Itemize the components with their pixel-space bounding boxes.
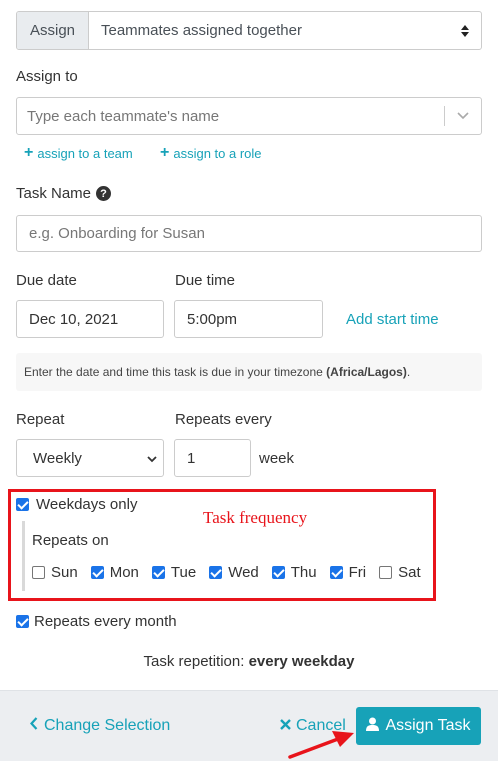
weekdays-only-checkbox[interactable] <box>16 498 29 511</box>
timezone-note-text: Enter the date and time this task is due… <box>24 365 323 379</box>
chevron-left-icon <box>30 717 38 735</box>
help-icon[interactable]: ? <box>96 186 112 201</box>
user-icon <box>366 717 380 736</box>
change-selection-label: Change Selection <box>44 717 171 734</box>
timezone-note: Enter the date and time this task is due… <box>16 353 482 391</box>
repeats-on-days: Sun Mon Tue Wed Thu Fri Sat <box>32 564 434 581</box>
repeat-label: Repeat <box>16 411 65 428</box>
day-thu[interactable]: Thu <box>271 564 317 581</box>
task-repetition-prefix: Task repetition: <box>143 653 245 670</box>
repeat-value: Weekly <box>33 449 82 467</box>
day-mon-checkbox[interactable] <box>90 566 104 579</box>
repeats-every-value: 1 <box>187 449 196 467</box>
due-date-value: Dec 10, 2021 <box>29 310 119 328</box>
task-name-placeholder: e.g. Onboarding for Susan <box>29 225 205 242</box>
repeats-every-label: Repeats every <box>175 411 272 428</box>
repeats-on-group-rule <box>22 521 25 591</box>
weekdays-only-label: Weekdays only <box>36 496 138 513</box>
change-selection-link[interactable]: Change Selection <box>30 717 170 735</box>
timezone-name: (Africa/Lagos) <box>326 365 407 379</box>
day-fri-label: Fri <box>348 564 367 581</box>
assign-to-team-label: assign to a team <box>37 145 133 161</box>
select-arrows-icon <box>461 24 469 38</box>
day-wed[interactable]: Wed <box>209 564 259 581</box>
repeats-every-input[interactable]: 1 <box>174 439 251 477</box>
day-tue[interactable]: Tue <box>151 564 197 581</box>
day-sat-label: Sat <box>398 564 421 581</box>
assign-task-button[interactable]: Assign Task <box>356 707 481 745</box>
day-sun-checkbox[interactable] <box>32 566 45 579</box>
day-wed-checkbox[interactable] <box>209 566 223 579</box>
task-repetition-value: every weekday <box>248 653 355 670</box>
assign-to-label: Assign to <box>16 68 78 85</box>
assign-addon-label: Assign <box>17 12 89 49</box>
repeat-select[interactable]: Weekly <box>16 439 164 477</box>
repeats-every-month-label: Repeats every month <box>34 613 177 630</box>
assign-type-group: Assign Teammates assigned together <box>16 11 482 50</box>
day-fri[interactable]: Fri <box>329 564 367 581</box>
repeat-unit: week <box>259 450 295 467</box>
day-mon-label: Mon <box>109 564 139 581</box>
day-thu-checkbox[interactable] <box>271 566 285 579</box>
repeats-every-month-checkbox[interactable] <box>16 615 29 628</box>
day-wed-label: Wed <box>228 564 259 581</box>
repeats-on-label: Repeats on <box>32 532 109 549</box>
day-fri-checkbox[interactable] <box>329 566 343 579</box>
due-time-value: 5:00pm <box>187 310 238 328</box>
day-sun-label: Sun <box>51 564 78 581</box>
teammate-search-input[interactable]: Type each teammate's name <box>16 97 482 135</box>
add-start-time-link[interactable]: Add start time <box>346 311 439 328</box>
task-repetition-summary: Task repetition: every weekday <box>0 653 498 670</box>
teammate-placeholder: Type each teammate's name <box>27 107 220 125</box>
day-sat[interactable]: Sat <box>379 564 421 581</box>
assign-type-select[interactable]: Teammates assigned together <box>89 12 481 49</box>
day-tue-checkbox[interactable] <box>151 566 165 579</box>
plus-icon: + <box>24 144 34 161</box>
due-date-input[interactable]: Dec 10, 2021 <box>16 300 164 338</box>
day-thu-label: Thu <box>290 564 317 581</box>
day-sat-checkbox[interactable] <box>379 566 393 579</box>
task-name-label-row: Task Name ? <box>16 185 112 202</box>
task-name-label: Task Name <box>16 185 92 202</box>
weekdays-only-checkbox-row[interactable]: Weekdays only <box>16 496 137 513</box>
assign-to-role-label: assign to a role <box>173 145 262 161</box>
assign-to-team-link[interactable]: + assign to a team <box>24 144 133 162</box>
annotation-arrow-icon <box>288 731 354 759</box>
repeats-every-month-row[interactable]: Repeats every month <box>16 613 177 630</box>
day-tue-label: Tue <box>170 564 197 581</box>
day-sun[interactable]: Sun <box>32 564 78 581</box>
task-frequency-annotation: Task frequency <box>203 508 308 527</box>
timezone-note-suffix: . <box>406 365 411 379</box>
chevron-down-icon <box>147 450 157 467</box>
task-name-input[interactable]: e.g. Onboarding for Susan <box>16 215 482 252</box>
due-time-label: Due time <box>175 272 236 289</box>
assign-task-label: Assign Task <box>385 717 471 734</box>
due-date-label: Due date <box>16 272 77 289</box>
due-time-input[interactable]: 5:00pm <box>174 300 323 338</box>
assign-to-role-link[interactable]: + assign to a role <box>160 144 262 162</box>
day-mon[interactable]: Mon <box>90 564 139 581</box>
assign-type-value: Teammates assigned together <box>101 22 302 39</box>
plus-icon: + <box>160 144 170 161</box>
chevron-down-icon[interactable] <box>445 112 481 120</box>
